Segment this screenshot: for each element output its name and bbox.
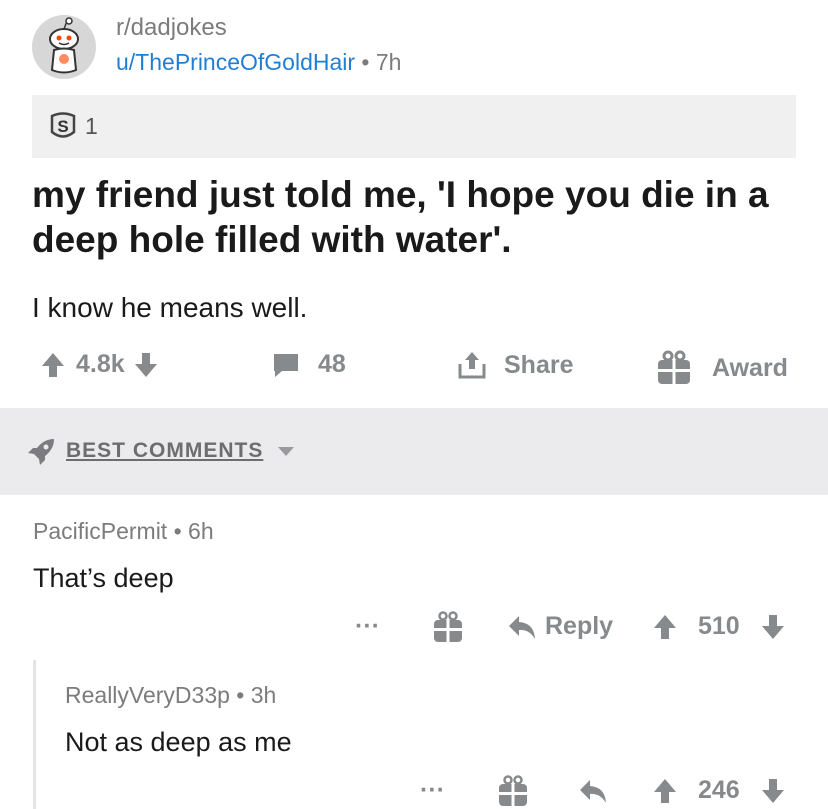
comment-time: 3h — [250, 682, 277, 708]
downvote-icon[interactable] — [133, 351, 159, 379]
post-vote-group: 4.8k — [40, 350, 159, 379]
post-time: 7h — [375, 49, 402, 75]
snoo-icon — [49, 17, 79, 74]
rocket-icon — [26, 437, 56, 467]
chevron-down-icon[interactable] — [277, 446, 295, 458]
award-button[interactable]: Award — [656, 350, 788, 386]
post-author[interactable]: u/ThePrinceOfGoldHair — [116, 49, 355, 75]
gift-icon[interactable] — [498, 775, 528, 807]
post-body: I know he means well. — [32, 292, 308, 323]
meta-separator: • — [167, 518, 189, 544]
reply-button[interactable]: Reply — [507, 612, 613, 641]
meta-separator: • — [229, 682, 251, 708]
award-count: 1 — [85, 113, 98, 139]
comment-count: 48 — [318, 350, 346, 378]
downvote-icon[interactable] — [760, 777, 786, 805]
comment-vote-group: 510 — [652, 612, 786, 641]
award-label: Award — [712, 353, 788, 382]
svg-text:S: S — [57, 117, 68, 136]
gift-icon[interactable] — [433, 611, 463, 643]
more-options-icon[interactable]: ··· — [355, 612, 380, 641]
awards-bar[interactable] — [32, 95, 796, 158]
reply-icon — [507, 613, 537, 641]
comment-score: 510 — [698, 612, 740, 640]
comment-meta: ReallyVeryD33p • 3h — [65, 682, 276, 709]
silver-award-icon: S — [48, 110, 78, 142]
gift-icon — [656, 350, 692, 386]
subreddit-name[interactable]: r/dadjokes — [116, 14, 227, 42]
sort-label[interactable]: BEST COMMENTS — [66, 439, 263, 463]
downvote-icon[interactable] — [760, 613, 786, 641]
comment-vote-group: 246 — [652, 776, 786, 805]
comment-score: 246 — [698, 776, 740, 804]
upvote-icon[interactable] — [652, 777, 678, 805]
reply-icon[interactable] — [578, 777, 608, 805]
share-label: Share — [504, 350, 574, 379]
thread-line[interactable] — [33, 660, 36, 809]
comment-icon — [272, 351, 300, 379]
post-meta: u/ThePrinceOfGoldHair • 7h — [116, 49, 401, 76]
post-title: my friend just told me, 'I hope you die … — [32, 174, 769, 260]
comments-button[interactable]: 48 — [272, 350, 346, 379]
comment-author[interactable]: ReallyVeryD33p — [65, 682, 230, 708]
comment-author[interactable]: PacificPermit — [33, 518, 167, 544]
comment-text: Not as deep as me — [65, 727, 292, 757]
comment-time: 6h — [188, 518, 214, 544]
reply-label: Reply — [545, 612, 614, 640]
more-options-icon[interactable]: ··· — [420, 776, 445, 805]
upvote-icon[interactable] — [652, 613, 678, 641]
share-button[interactable]: Share — [456, 350, 573, 380]
upvote-icon[interactable] — [40, 351, 66, 379]
comment-meta: PacificPermit • 6h — [33, 518, 214, 545]
comment-text: That’s deep — [33, 563, 174, 593]
share-icon — [456, 350, 488, 380]
meta-separator: • — [355, 49, 376, 75]
subreddit-avatar[interactable] — [32, 15, 96, 79]
post-score: 4.8k — [76, 350, 125, 378]
